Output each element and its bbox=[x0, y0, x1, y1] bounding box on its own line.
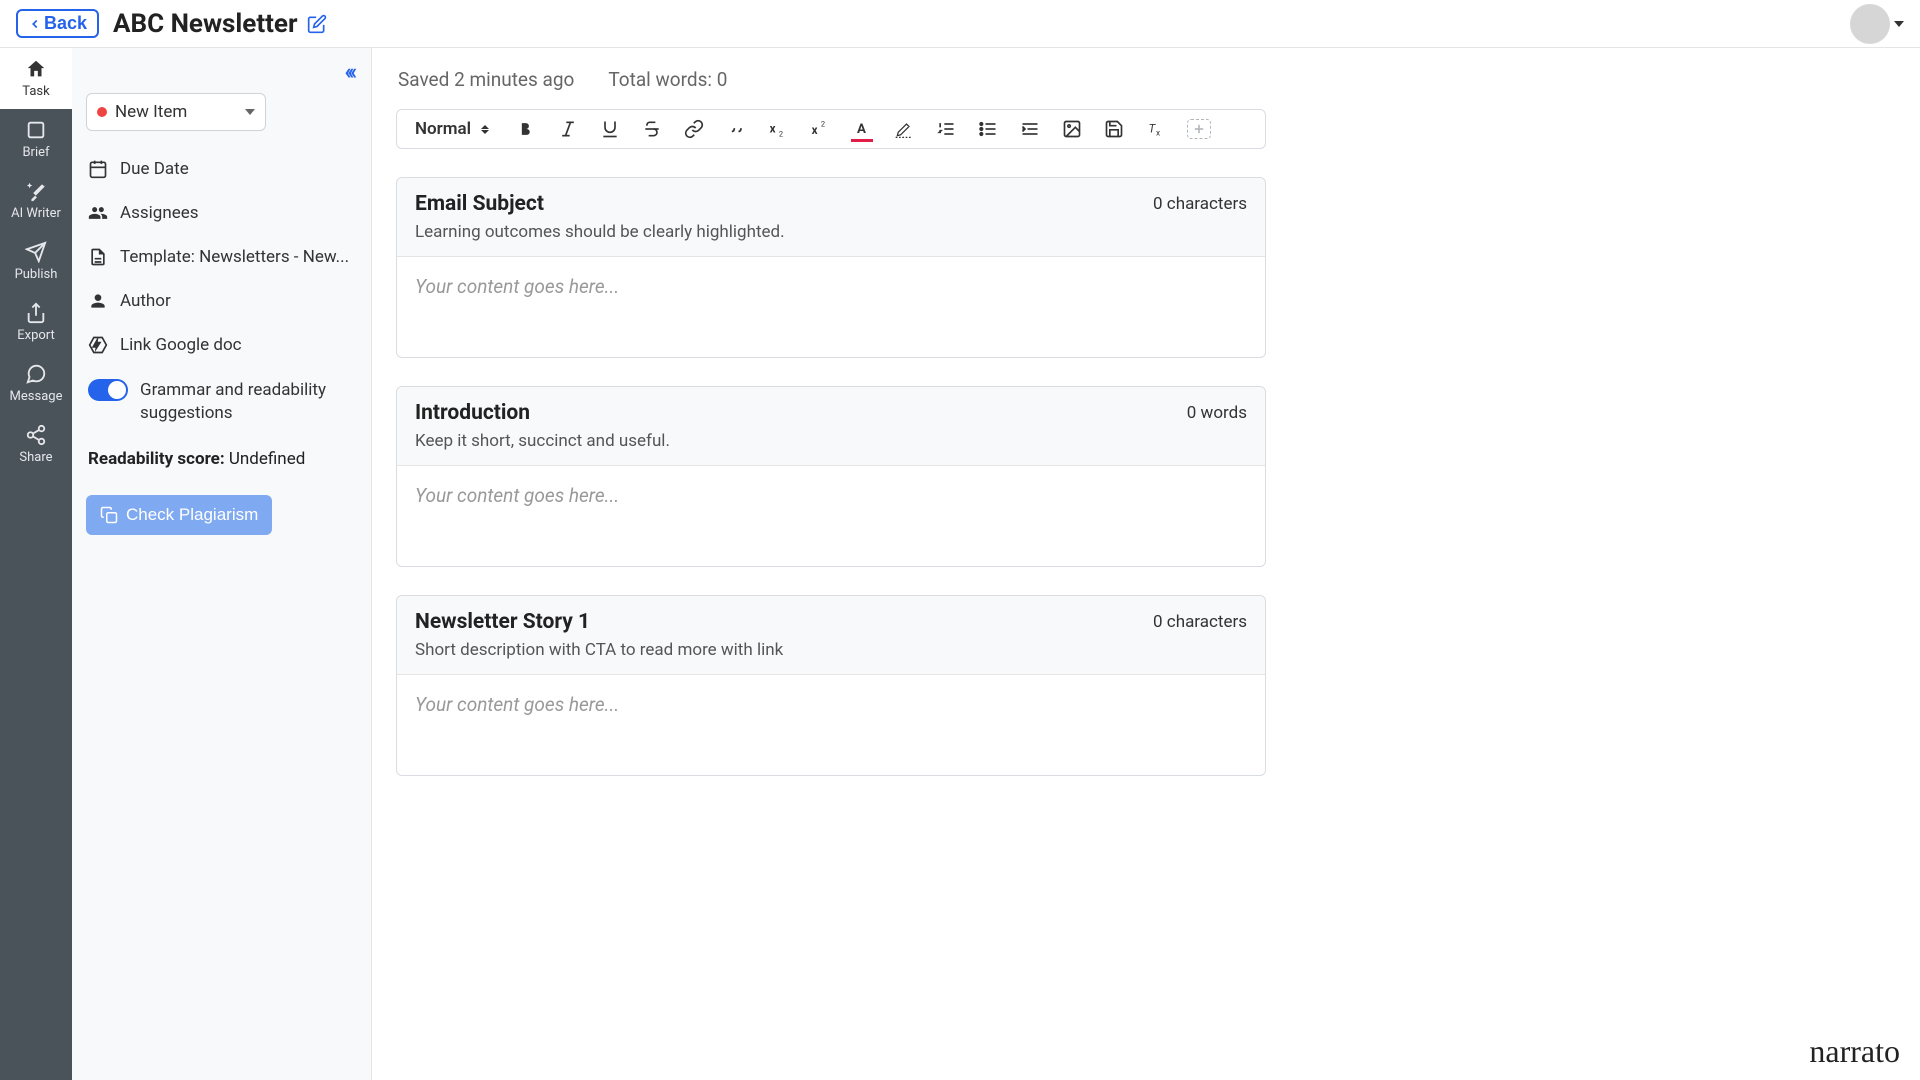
user-menu[interactable] bbox=[1850, 4, 1904, 44]
field-sub: Short description with CTA to read more … bbox=[415, 640, 1247, 660]
status-label: New Item bbox=[115, 102, 237, 122]
saved-status: Saved 2 minutes ago bbox=[398, 68, 574, 91]
link-icon[interactable] bbox=[683, 118, 705, 140]
header-bar: Back ABC Newsletter bbox=[0, 0, 1920, 48]
field-sub: Learning outcomes should be clearly high… bbox=[415, 222, 1247, 242]
svg-text:x: x bbox=[812, 123, 818, 137]
total-words: Total words: 0 bbox=[608, 68, 727, 91]
readability-score: Readability score: Undefined bbox=[86, 437, 359, 481]
nav-export[interactable]: Export bbox=[0, 292, 72, 353]
add-comment-icon[interactable] bbox=[1187, 119, 1211, 139]
readability-value: Undefined bbox=[229, 449, 305, 469]
svg-text:2: 2 bbox=[821, 120, 825, 129]
svg-text:x: x bbox=[770, 121, 776, 135]
svg-text:A: A bbox=[857, 122, 866, 137]
chevron-down-icon bbox=[245, 109, 255, 115]
left-nav: Task Brief AI Writer Publish Export Mess… bbox=[0, 48, 72, 1080]
quote-icon[interactable] bbox=[725, 118, 747, 140]
link-gdoc-row[interactable]: Link Google doc bbox=[86, 323, 359, 367]
field-count: 0 characters bbox=[1153, 612, 1247, 632]
field-sub: Keep it short, succinct and useful. bbox=[415, 431, 1247, 451]
bold-icon[interactable] bbox=[515, 118, 537, 140]
field-title: Email Subject bbox=[415, 192, 544, 216]
nav-label: Brief bbox=[22, 145, 49, 160]
grammar-toggle-row: Grammar and readability suggestions bbox=[86, 367, 359, 437]
field-email-subject: Email Subject 0 characters Learning outc… bbox=[396, 177, 1266, 358]
nav-label: AI Writer bbox=[11, 206, 61, 221]
status-dot-icon bbox=[97, 107, 107, 117]
nav-label: Task bbox=[22, 84, 49, 99]
nav-share[interactable]: Share bbox=[0, 414, 72, 475]
editor-toolbar: Normal x2 x2 A Tx bbox=[396, 109, 1266, 149]
link-gdoc-label: Link Google doc bbox=[120, 335, 242, 355]
avatar bbox=[1850, 4, 1890, 44]
text-color-icon[interactable]: A bbox=[851, 118, 873, 140]
unordered-list-icon[interactable] bbox=[977, 118, 999, 140]
field-count: 0 characters bbox=[1153, 194, 1247, 214]
nav-brief[interactable]: Brief bbox=[0, 109, 72, 170]
nav-label: Share bbox=[19, 450, 52, 465]
task-sidebar: ‹‹‹ New Item Due Date Assignees Template… bbox=[72, 48, 372, 1080]
image-icon[interactable] bbox=[1061, 118, 1083, 140]
edit-title-icon[interactable] bbox=[307, 14, 327, 34]
chevron-down-icon bbox=[1894, 21, 1904, 27]
field-input[interactable]: Your content goes here... bbox=[397, 257, 1265, 357]
template-label: Template: Newsletters - New... bbox=[120, 247, 349, 267]
author-row[interactable]: Author bbox=[86, 279, 359, 323]
field-placeholder: Your content goes here... bbox=[415, 275, 1247, 298]
back-label: Back bbox=[44, 13, 87, 34]
field-input[interactable]: Your content goes here... bbox=[397, 466, 1265, 566]
field-count: 0 words bbox=[1187, 403, 1247, 423]
due-date-row[interactable]: Due Date bbox=[86, 147, 359, 191]
nav-publish[interactable]: Publish bbox=[0, 231, 72, 292]
field-introduction: Introduction 0 words Keep it short, succ… bbox=[396, 386, 1266, 567]
subscript-icon[interactable]: x2 bbox=[767, 118, 789, 140]
field-title: Introduction bbox=[415, 401, 530, 425]
strikethrough-icon[interactable] bbox=[641, 118, 663, 140]
nav-label: Publish bbox=[15, 267, 58, 282]
nav-message[interactable]: Message bbox=[0, 353, 72, 414]
page-title: ABC Newsletter bbox=[113, 9, 297, 39]
highlight-icon[interactable] bbox=[893, 118, 915, 140]
plagiarism-label: Check Plagiarism bbox=[126, 505, 258, 525]
meta-row: Saved 2 minutes ago Total words: 0 bbox=[396, 68, 1896, 91]
italic-icon[interactable] bbox=[557, 118, 579, 140]
editor-main: Saved 2 minutes ago Total words: 0 Norma… bbox=[372, 48, 1920, 1080]
nav-task[interactable]: Task bbox=[0, 48, 72, 109]
field-newsletter-story-1: Newsletter Story 1 0 characters Short de… bbox=[396, 595, 1266, 776]
svg-text:2: 2 bbox=[779, 130, 783, 139]
back-button[interactable]: Back bbox=[16, 9, 99, 38]
nav-label: Export bbox=[17, 328, 55, 343]
superscript-icon[interactable]: x2 bbox=[809, 118, 831, 140]
clear-format-icon[interactable]: Tx bbox=[1145, 118, 1167, 140]
save-icon[interactable] bbox=[1103, 118, 1125, 140]
grammar-toggle[interactable] bbox=[88, 379, 128, 401]
indent-icon[interactable] bbox=[1019, 118, 1041, 140]
check-plagiarism-button[interactable]: Check Plagiarism bbox=[86, 495, 272, 535]
field-title: Newsletter Story 1 bbox=[415, 610, 590, 634]
brand-logo: narrato bbox=[1809, 1033, 1900, 1070]
field-input[interactable]: Your content goes here... bbox=[397, 675, 1265, 775]
assignees-row[interactable]: Assignees bbox=[86, 191, 359, 235]
collapse-sidebar-icon[interactable]: ‹‹‹ bbox=[86, 60, 359, 85]
sort-icon bbox=[481, 125, 489, 134]
grammar-toggle-label: Grammar and readability suggestions bbox=[140, 379, 357, 425]
assignees-label: Assignees bbox=[120, 203, 199, 223]
due-date-label: Due Date bbox=[120, 159, 189, 179]
status-select[interactable]: New Item bbox=[86, 93, 266, 131]
underline-icon[interactable] bbox=[599, 118, 621, 140]
field-placeholder: Your content goes here... bbox=[415, 484, 1247, 507]
field-placeholder: Your content goes here... bbox=[415, 693, 1247, 716]
nav-aiwriter[interactable]: AI Writer bbox=[0, 170, 72, 231]
format-style-select[interactable]: Normal bbox=[409, 119, 495, 139]
author-label: Author bbox=[120, 291, 171, 311]
nav-label: Message bbox=[10, 389, 63, 404]
svg-text:x: x bbox=[1156, 129, 1160, 139]
readability-label: Readability score: bbox=[88, 449, 225, 469]
ordered-list-icon[interactable] bbox=[935, 118, 957, 140]
format-style-label: Normal bbox=[415, 119, 471, 139]
template-row[interactable]: Template: Newsletters - New... bbox=[86, 235, 359, 279]
